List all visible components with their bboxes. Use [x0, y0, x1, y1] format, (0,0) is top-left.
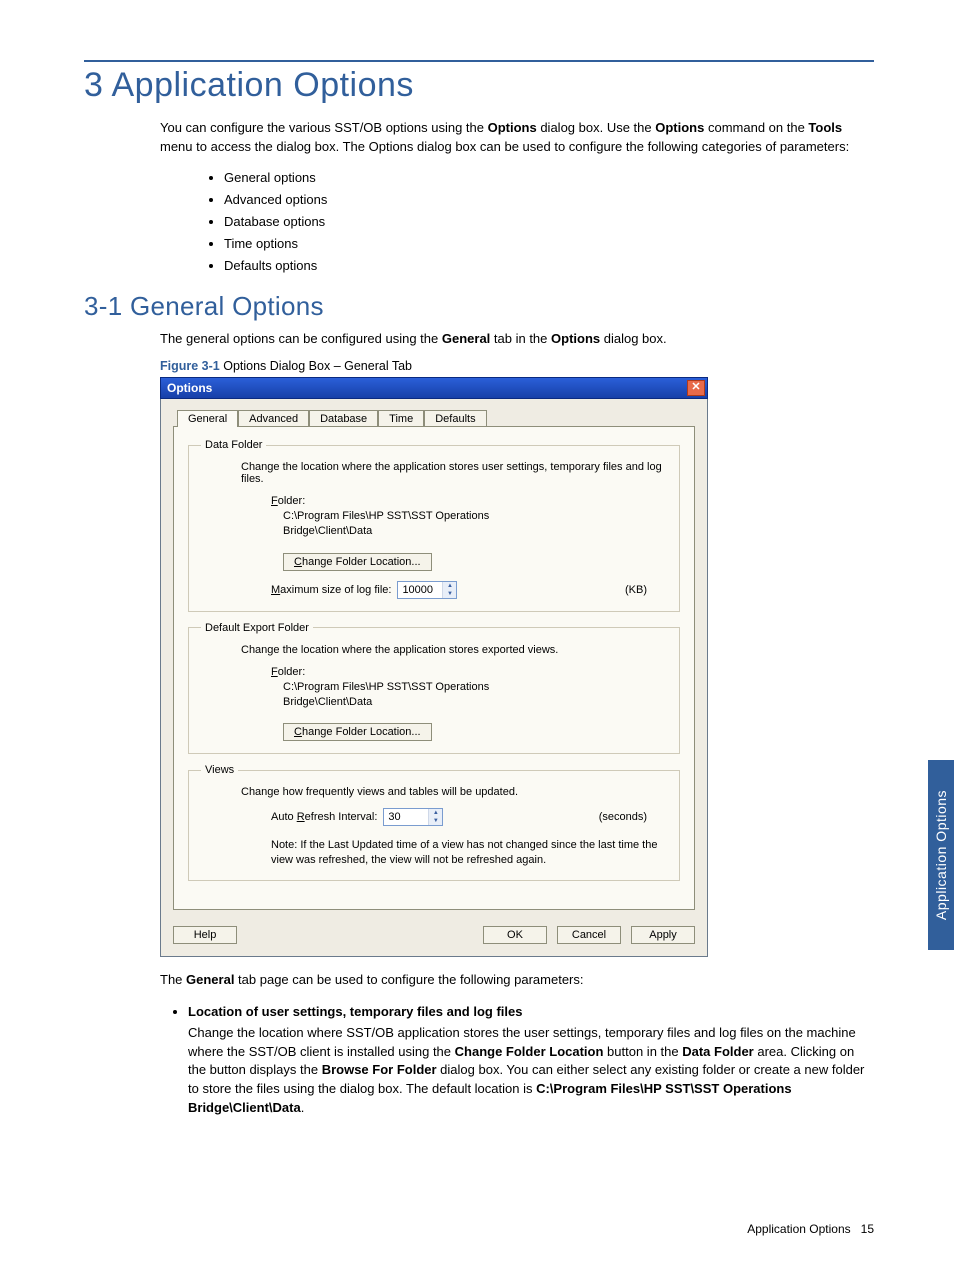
after-dialog-text: The General tab page can be used to conf…: [84, 971, 874, 990]
list-item: General options: [224, 167, 874, 189]
dialog-titlebar[interactable]: Options ✕: [160, 377, 708, 399]
data-folder-legend: Data Folder: [201, 439, 266, 451]
spinner-down-icon[interactable]: ▼: [429, 817, 442, 825]
dialog-title: Options: [167, 381, 212, 395]
export-folder-legend: Default Export Folder: [201, 622, 313, 634]
folder-label: Folder:: [271, 666, 305, 678]
refresh-input[interactable]: [384, 809, 428, 825]
views-note: Note: If the Last Updated time of a view…: [271, 838, 667, 868]
tab-general[interactable]: General: [177, 410, 238, 427]
data-folder-group: Data Folder Change the location where th…: [188, 439, 680, 612]
max-log-label: Maximum size of log file:: [271, 584, 391, 596]
parameter-list: Location of user settings, temporary fil…: [84, 1003, 874, 1118]
change-folder-button[interactable]: Change Folder Location...: [283, 553, 432, 571]
max-log-input[interactable]: [398, 582, 442, 598]
export-folder-path: C:\Program Files\HP SST\SST Operations B…: [283, 680, 667, 710]
tab-strip: General Advanced Database Time Defaults: [177, 409, 695, 426]
list-item: Database options: [224, 211, 874, 233]
folder-label: Folder:: [271, 495, 305, 507]
section-intro: The general options can be configured us…: [84, 330, 874, 349]
intro-paragraph: You can configure the various SST/OB opt…: [84, 119, 874, 157]
options-dialog: Options ✕ General Advanced Database Time…: [160, 377, 708, 957]
spinner-up-icon[interactable]: ▲: [429, 809, 442, 817]
tab-database[interactable]: Database: [309, 410, 378, 427]
close-icon[interactable]: ✕: [687, 380, 705, 396]
change-export-folder-button[interactable]: Change Folder Location...: [283, 723, 432, 741]
tab-defaults[interactable]: Defaults: [424, 410, 486, 427]
list-item: Defaults options: [224, 255, 874, 277]
views-group: Views Change how frequently views and ta…: [188, 764, 680, 881]
views-legend: Views: [201, 764, 238, 776]
tab-advanced[interactable]: Advanced: [238, 410, 309, 427]
chapter-title: 3 Application Options: [84, 66, 874, 105]
refresh-spinner[interactable]: ▲▼: [383, 808, 443, 826]
views-desc: Change how frequently views and tables w…: [241, 786, 667, 798]
spinner-up-icon[interactable]: ▲: [443, 582, 456, 590]
tab-panel-general: Data Folder Change the location where th…: [173, 426, 695, 910]
ok-button[interactable]: OK: [483, 926, 547, 944]
side-thumb-tab: Application Options: [928, 760, 954, 950]
export-folder-desc: Change the location where the applicatio…: [241, 644, 667, 656]
section-title: 3-1 General Options: [84, 291, 874, 322]
refresh-label: Auto Refresh Interval:: [271, 811, 377, 823]
figure-caption: Figure 3-1 Options Dialog Box – General …: [84, 359, 874, 373]
export-folder-group: Default Export Folder Change the locatio…: [188, 622, 680, 755]
help-button[interactable]: Help: [173, 926, 237, 944]
tab-time[interactable]: Time: [378, 410, 424, 427]
list-item: Location of user settings, temporary fil…: [188, 1003, 874, 1118]
max-log-unit: (KB): [625, 584, 667, 596]
category-list: General options Advanced options Databas…: [84, 167, 874, 277]
refresh-unit: (seconds): [599, 811, 667, 823]
cancel-button[interactable]: Cancel: [557, 926, 621, 944]
page-footer: Application Options 15: [747, 1222, 874, 1236]
list-item: Advanced options: [224, 189, 874, 211]
apply-button[interactable]: Apply: [631, 926, 695, 944]
spinner-down-icon[interactable]: ▼: [443, 590, 456, 598]
data-folder-path: C:\Program Files\HP SST\SST Operations B…: [283, 509, 667, 539]
list-item: Time options: [224, 233, 874, 255]
data-folder-desc: Change the location where the applicatio…: [241, 461, 667, 485]
max-log-spinner[interactable]: ▲▼: [397, 581, 457, 599]
